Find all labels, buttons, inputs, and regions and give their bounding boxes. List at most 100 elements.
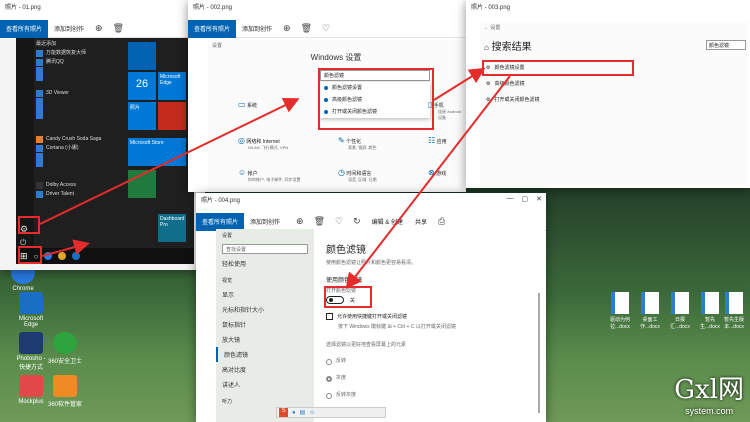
- filter-options: 反转 灰度 反转灰度: [326, 353, 356, 404]
- list-item[interactable]: [36, 98, 126, 105]
- zoom-icon[interactable]: ⊕: [95, 23, 103, 34]
- category-apps[interactable]: ☷ 应用: [428, 136, 447, 145]
- dashboard-tile[interactable]: Dashboard Pro: [158, 214, 186, 242]
- emoji-icon: ☺: [309, 409, 316, 416]
- store-tile[interactable]: Microsoft Store: [128, 138, 186, 166]
- desktop-file[interactable]: 驱动为何拉...docx: [606, 292, 634, 330]
- calendar-tile[interactable]: 26: [128, 72, 156, 100]
- list-item[interactable]: [36, 74, 126, 81]
- sidebar-item-color-filters[interactable]: 颜色滤镜: [216, 347, 314, 362]
- sidebar-item[interactable]: 显示: [216, 287, 314, 302]
- ime-toolbar[interactable]: S ● ▤ ☺: [276, 407, 386, 418]
- sidebar-search-input[interactable]: 查找设置: [222, 244, 308, 254]
- list-item[interactable]: [36, 160, 126, 167]
- favorite-icon[interactable]: ♡: [335, 216, 343, 227]
- print-icon[interactable]: ⎙: [438, 216, 445, 227]
- list-item[interactable]: 腾讯QQ: [36, 58, 126, 67]
- results-heading: ⌂ 搜索结果: [484, 42, 532, 53]
- desktop-icon-360soft[interactable]: 360软件管家: [48, 375, 82, 408]
- sidebar-item[interactable]: 放大镜: [216, 332, 314, 347]
- close-icon: ✕: [536, 196, 542, 203]
- desktop-file[interactable]: 桌面工作...docx: [636, 292, 664, 330]
- list-item[interactable]: 万能数据恢复大师: [36, 49, 126, 58]
- result-item[interactable]: ⚙ 打开或关闭颜色滤镜: [486, 92, 636, 108]
- back-label[interactable]: ← 设置: [484, 24, 500, 31]
- add-to-creation-button[interactable]: 添加到创作: [244, 217, 286, 226]
- scrollbar[interactable]: [538, 293, 540, 413]
- window-controls[interactable]: — ▢ ✕: [507, 195, 543, 203]
- word-doc-icon: [671, 292, 689, 314]
- taskbar-app-icon[interactable]: [58, 252, 67, 260]
- laptop-icon: ▭: [238, 100, 246, 109]
- list-item[interactable]: Driver Talent: [36, 190, 126, 199]
- 360-icon: [53, 332, 77, 354]
- taskbar-app-icon[interactable]: [72, 252, 81, 260]
- photos-window-3[interactable]: 照片 - 003.png ← 设置 ⌂ 搜索结果 颜色滤镜 ⚙ 颜色滤镜设置 ⚙ 高…: [466, 0, 750, 188]
- maximize-icon: ▢: [521, 196, 529, 203]
- photos-tile[interactable]: 照片: [128, 102, 156, 130]
- hotkey-desc: 按下 Windows 徽标键 ⊞ + Ctrl + C 以打开或关闭滤镜: [338, 324, 456, 330]
- category-system[interactable]: ▭ 系统: [238, 100, 257, 109]
- sidebar-item[interactable]: 鼠标指针: [216, 317, 314, 332]
- favorite-icon[interactable]: ♡: [322, 23, 330, 34]
- desktop-file[interactable]: 暂先生版本...docx: [720, 292, 748, 330]
- category-time[interactable]: ◷ 时间和语言 语音, 区域, 日期: [338, 168, 376, 183]
- hotkey-checkbox[interactable]: 允许使用快捷键打开或关闭滤镜: [326, 313, 407, 320]
- start-menu: 最近添加 万能数据恢复大师 腾讯QQ 3D Viewer Candy Crush…: [16, 38, 194, 262]
- sidebar-item[interactable]: 高对比度: [216, 362, 314, 377]
- result-item[interactable]: ⚙ 高级颜色滤镜: [486, 76, 636, 92]
- sidebar-item[interactable]: 光标和指针大小: [216, 302, 314, 317]
- rotate-icon[interactable]: ↻: [353, 216, 361, 227]
- category-personalization[interactable]: ✎ 个性化 背景, 锁屏, 颜色: [338, 136, 376, 151]
- toggle-section-title: 使用颜色滤镜: [326, 278, 363, 284]
- desktop-icon-photoshop[interactable]: Photosho - 快捷方式: [14, 332, 48, 371]
- start-tile[interactable]: [128, 170, 156, 198]
- delete-icon[interactable]: 🗑: [113, 23, 124, 34]
- add-to-creation-button[interactable]: 添加到创作: [48, 24, 90, 33]
- see-all-photos-button[interactable]: 查看所有照片: [188, 19, 237, 38]
- edge-icon: [19, 292, 43, 314]
- delete-icon[interactable]: 🗑: [314, 216, 325, 227]
- taskbar-app-icon[interactable]: [44, 252, 53, 260]
- desktop-icon-label: Microsoft Edge: [18, 316, 44, 328]
- edit-create-button[interactable]: 编辑 & 创建: [366, 217, 409, 226]
- watermark: Gxl网 system.com: [674, 369, 744, 416]
- desktop-icon-edge[interactable]: Microsoft Edge: [14, 292, 48, 328]
- zoom-icon[interactable]: ⊕: [283, 23, 291, 34]
- results-search-input[interactable]: 颜色滤镜: [706, 40, 746, 50]
- category-accounts[interactable]: ☺ 帐户 你的帐户, 电子邮件, 同步设置: [238, 168, 300, 183]
- share-button[interactable]: 共享: [409, 217, 433, 226]
- edge-tile[interactable]: Microsoft Edge: [158, 72, 186, 100]
- zoom-icon[interactable]: ⊕: [296, 216, 304, 227]
- sidebar-item[interactable]: 讲述人: [216, 377, 314, 392]
- add-to-creation-button[interactable]: 添加到创作: [236, 24, 278, 33]
- list-item[interactable]: Dolby Access: [36, 181, 126, 190]
- settings-icon: ⚙: [486, 97, 491, 103]
- list-item[interactable]: [36, 153, 126, 160]
- list-item[interactable]: 3D Viewer: [36, 89, 126, 98]
- category-network[interactable]: ◎ 网络和 Internet WLAN, 飞行模式, VPN: [238, 136, 288, 151]
- settings-label: 设置: [212, 43, 223, 49]
- list-item[interactable]: [36, 105, 126, 112]
- highlight-search: [318, 68, 434, 130]
- list-item[interactable]: Candy Crush Soda Saga: [36, 135, 126, 144]
- start-tile[interactable]: [158, 102, 186, 130]
- sidebar-home[interactable]: 轻松使用: [216, 256, 314, 271]
- desktop-file[interactable]: 日报汇...docx: [666, 292, 694, 330]
- category-gaming[interactable]: ⊗ 游戏: [428, 168, 446, 177]
- radio-option[interactable]: 反转灰度: [326, 387, 356, 404]
- desktop-icon-mockplus[interactable]: Mockplus: [14, 375, 48, 405]
- radio-option[interactable]: 反转: [326, 353, 356, 370]
- desktop-icon-360[interactable]: 360安全卫士: [48, 332, 82, 365]
- desktop-icon-label: Photosho - 快捷方式: [16, 356, 46, 371]
- delete-icon[interactable]: 🗑: [301, 23, 312, 34]
- list-item[interactable]: Cortana (小娜): [36, 144, 126, 153]
- start-tile[interactable]: [128, 42, 156, 70]
- list-item[interactable]: [36, 67, 126, 74]
- see-all-photos-button[interactable]: 查看所有照片: [196, 212, 245, 231]
- see-all-photos-button[interactable]: 查看所有照片: [0, 19, 49, 38]
- list-item[interactable]: [36, 112, 126, 119]
- title-bar: 照片 - 004.png — ▢ ✕: [196, 193, 546, 213]
- radio-option[interactable]: 灰度: [326, 370, 356, 387]
- settings-page: ← 设置 ⌂ 搜索结果 颜色滤镜 ⚙ 颜色滤镜设置 ⚙ 高级颜色滤镜 ⚙ 打开或关闭颜…: [480, 22, 748, 186]
